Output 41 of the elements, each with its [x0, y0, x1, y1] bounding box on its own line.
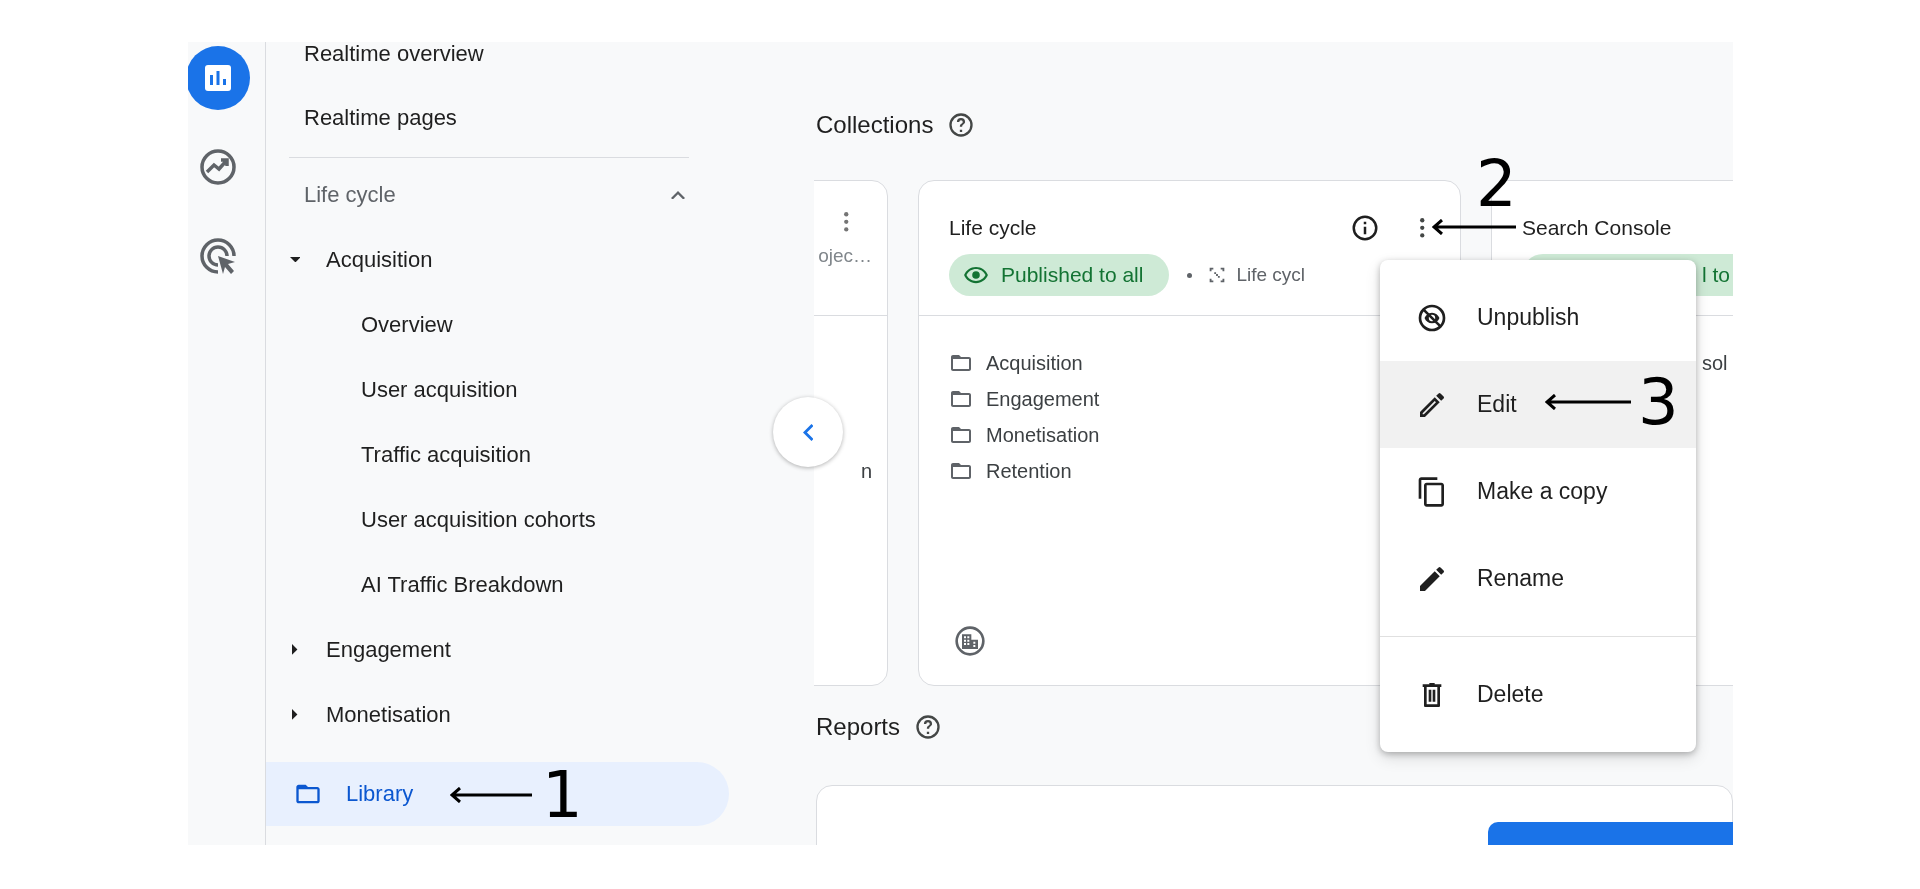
folder-name: Retention: [986, 459, 1072, 483]
nav-link[interactable]: Overview: [361, 311, 453, 338]
chevron-left-icon: [802, 423, 814, 441]
section-title: Life cycle: [304, 182, 396, 208]
more-button[interactable]: [1418, 217, 1425, 239]
card-title: Life cycle: [949, 216, 1038, 240]
section-title: Reports: [816, 713, 901, 741]
caret-right-icon: [292, 709, 298, 720]
separator-dot: [1187, 272, 1193, 278]
published-badge: Published to all: [949, 254, 1170, 296]
section-title: Collections: [816, 111, 934, 139]
linked-collection: Life cycl: [1236, 264, 1306, 286]
nav-group[interactable]: Engagement: [326, 636, 451, 663]
help-icon: [947, 111, 976, 139]
nav-group[interactable]: Monetisation: [326, 701, 451, 728]
more-icon: [842, 211, 849, 233]
card-title: Search Console: [1522, 216, 1673, 240]
folder-name: n: [860, 459, 872, 483]
annotation-number: 3: [1638, 367, 1679, 437]
annotation-number: 2: [1476, 149, 1517, 219]
nav-link[interactable]: AI Traffic Breakdown: [361, 571, 564, 598]
nav-link[interactable]: User acquisition: [361, 376, 518, 403]
help-icon: [914, 713, 943, 741]
folder-name: sol: [1702, 351, 1728, 375]
nav-group[interactable]: Acquisition: [326, 246, 433, 273]
folder-name: Engagement: [986, 387, 1100, 411]
nav-link[interactable]: Realtime pages: [304, 105, 457, 131]
building-icon: [954, 625, 986, 657]
folder-name: Monetisation: [986, 423, 1100, 447]
nav-link[interactable]: Realtime overview: [304, 42, 484, 67]
nav-link[interactable]: Traffic acquisition: [361, 441, 531, 468]
caret-down-icon: [289, 256, 301, 263]
card-subtitle: ojec…: [818, 244, 872, 267]
section-header[interactable]: Life cycle: [289, 163, 689, 227]
chevron-up-icon: [671, 190, 685, 200]
more-icon: [1418, 217, 1425, 239]
reports-icon[interactable]: [188, 46, 250, 110]
folder-name: Acquisition: [986, 351, 1083, 375]
nav-link[interactable]: User acquisition cohorts: [361, 506, 596, 533]
collection-card[interactable]: ojec… n: [814, 180, 888, 686]
caret-right-icon: [292, 644, 298, 655]
